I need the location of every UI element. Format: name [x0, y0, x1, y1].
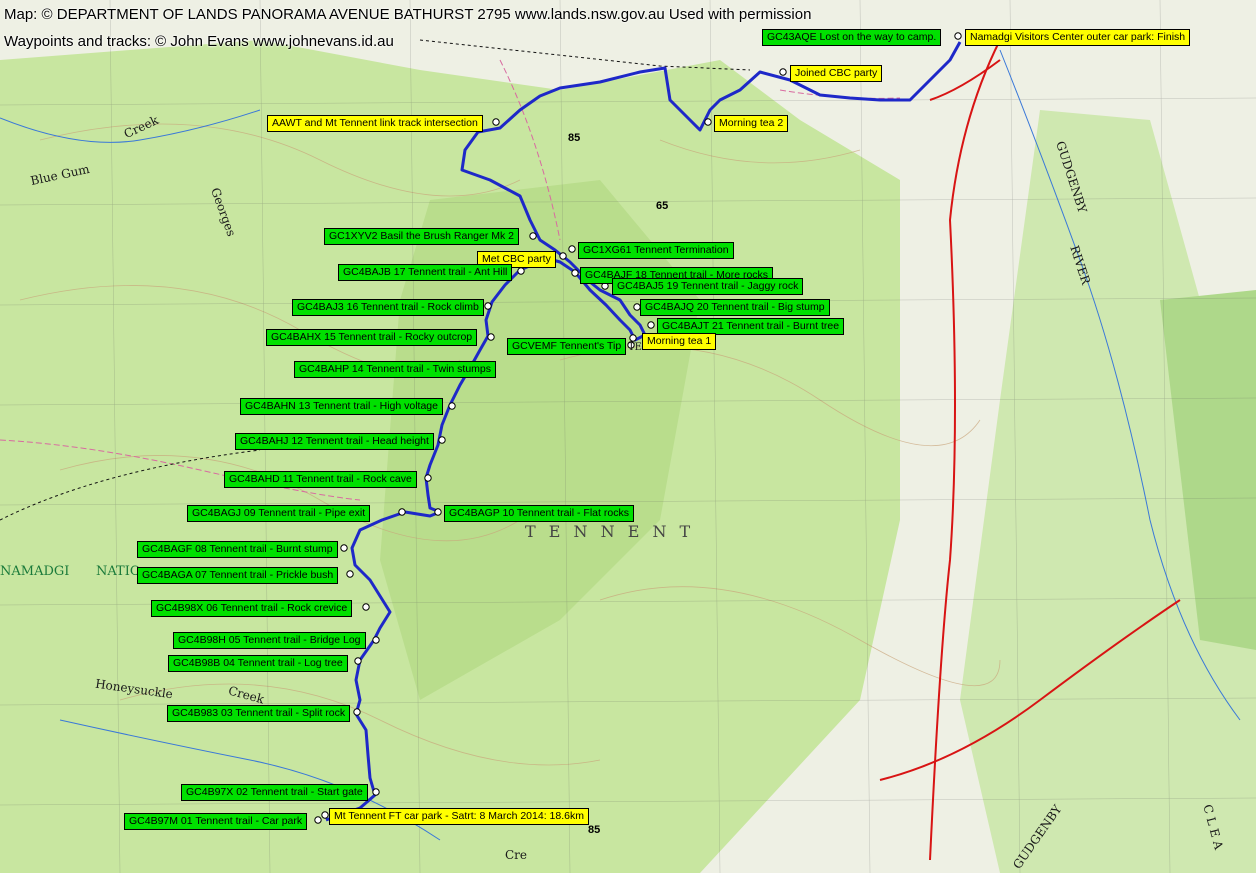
grid-label-65: 65: [656, 200, 669, 212]
waypoint-label[interactable]: GC4BAGJ 09 Tennent trail - Pipe exit: [187, 505, 371, 522]
waypoint-label[interactable]: Mt Tennent FT car park - Satrt: 8 March …: [329, 808, 589, 825]
waypoint-label[interactable]: AAWT and Mt Tennent link track intersect…: [267, 115, 483, 132]
waypoint-label[interactable]: GC1XYV2 Basil the Brush Ranger Mk 2: [324, 228, 520, 245]
waypoint-label[interactable]: GC4B98X 06 Tennent trail - Rock crevice: [151, 600, 353, 617]
waypoint-label[interactable]: GC4BAGP 10 Tennent trail - Flat rocks: [444, 505, 634, 522]
waypoint-label[interactable]: GC4BAJQ 20 Tennent trail - Big stump: [640, 299, 830, 316]
waypoint-label[interactable]: GC4BAJ5 19 Tennent trail - Jaggy rock: [612, 278, 804, 295]
waypoint-label[interactable]: Joined CBC party: [790, 65, 883, 82]
waypoint-label[interactable]: GCVEMF Tennent's Tip: [507, 338, 627, 355]
waypoint-label[interactable]: Namadgi Visitors Center outer car park: …: [965, 29, 1191, 46]
waypoint-label[interactable]: GC4B97X 02 Tennent trail - Start gate: [181, 784, 368, 801]
map-credit: Map: © DEPARTMENT OF LANDS PANORAMA AVEN…: [4, 6, 812, 23]
waypoint-label[interactable]: GC4BAHJ 12 Tennent trail - Head height: [235, 433, 434, 450]
topographic-map[interactable]: Map: © DEPARTMENT OF LANDS PANORAMA AVEN…: [0, 0, 1256, 873]
map-text-natio: NATIO: [96, 564, 141, 579]
waypoint-label[interactable]: GC4B98B 04 Tennent trail - Log tree: [168, 655, 348, 672]
waypoint-label[interactable]: GC4BAHX 15 Tennent trail - Rocky outcrop: [266, 329, 478, 346]
waypoint-label[interactable]: GC4B983 03 Tennent trail - Split rock: [167, 705, 351, 722]
map-terrain: [0, 0, 1256, 873]
waypoint-label[interactable]: GC4BAGA 07 Tennent trail - Prickle bush: [137, 567, 339, 584]
tracks-credit: Waypoints and tracks: © John Evans www.j…: [4, 33, 394, 50]
map-text-namadgi: NAMADGI: [0, 564, 70, 579]
waypoint-label[interactable]: GC4BAJB 17 Tennent trail - Ant Hill: [338, 264, 513, 281]
waypoint-label[interactable]: GC4BAHD 11 Tennent trail - Rock cave: [224, 471, 417, 488]
waypoint-label[interactable]: Morning tea 1: [642, 333, 717, 350]
waypoint-label[interactable]: GC4B97M 01 Tennent trail - Car park: [124, 813, 308, 830]
map-text-cre: Cre: [505, 848, 528, 862]
waypoint-label[interactable]: Morning tea 2: [714, 115, 789, 132]
waypoint-label[interactable]: GC43AQE Lost on the way to camp.: [762, 29, 942, 46]
grid-label-85-top: 85: [568, 132, 581, 144]
waypoint-label[interactable]: GC4BAGF 08 Tennent trail - Burnt stump: [137, 541, 338, 558]
waypoint-label[interactable]: GC1XG61 Tennent Termination: [578, 242, 734, 259]
waypoint-label[interactable]: GC4BAHP 14 Tennent trail - Twin stumps: [294, 361, 497, 378]
waypoint-label[interactable]: GC4BAJ3 16 Tennent trail - Rock climb: [292, 299, 484, 316]
waypoint-label[interactable]: GC4BAHN 13 Tennent trail - High voltage: [240, 398, 443, 415]
waypoint-label[interactable]: GC4B98H 05 Tennent trail - Bridge Log: [173, 632, 366, 649]
map-text-tennent: T E N N E N T: [525, 522, 695, 541]
grid-label-85-bottom: 85: [588, 824, 601, 836]
